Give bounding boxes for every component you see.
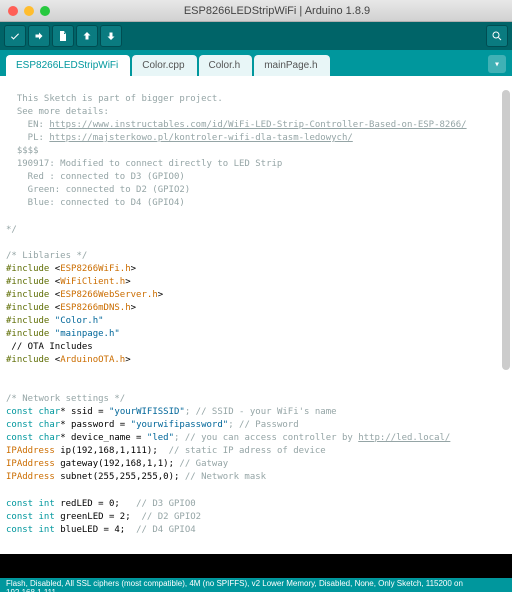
minimize-icon[interactable] xyxy=(24,6,34,16)
titlebar: ESP8266LEDStripWiFi | Arduino 1.8.9 xyxy=(0,0,512,22)
code-line: // OTA Includes xyxy=(6,342,93,352)
upload-button[interactable] xyxy=(28,25,50,47)
code-line: See more details: xyxy=(6,107,109,117)
code-lib: "mainpage.h" xyxy=(55,329,120,339)
code-lib: ArduinoOTA.h xyxy=(60,355,125,365)
code-line: */ xyxy=(6,225,17,235)
code-line: This Sketch is part of bigger project. xyxy=(6,94,223,104)
tab-main[interactable]: ESP8266LEDStripWiFi xyxy=(6,55,130,76)
code-keyword: #include xyxy=(6,355,49,365)
code-lib: ESP8266mDNS.h xyxy=(60,303,130,313)
status-text: Flash, Disabled, All SSL ciphers (most c… xyxy=(6,579,506,591)
code-keyword: #include xyxy=(6,303,49,313)
code-line: PL: xyxy=(6,133,49,143)
maximize-icon[interactable] xyxy=(40,6,50,16)
verify-button[interactable] xyxy=(4,25,26,47)
tab-color-cpp[interactable]: Color.cpp xyxy=(132,55,196,76)
code-lib: ESP8266WebServer.h xyxy=(60,290,158,300)
tab-color-h[interactable]: Color.h xyxy=(199,55,253,76)
save-button[interactable] xyxy=(100,25,122,47)
code-line: Red : connected to D3 (GPIO0) xyxy=(6,172,185,182)
code-lib: WiFiClient.h xyxy=(60,277,125,287)
code-line: /* Network settings */ xyxy=(6,394,125,404)
tab-bar: ESP8266LEDStripWiFi Color.cpp Color.h ma… xyxy=(0,50,512,76)
window-title: ESP8266LEDStripWiFi | Arduino 1.8.9 xyxy=(50,5,504,17)
code-keyword: #include xyxy=(6,329,49,339)
code-link: https://www.instructables.com/id/WiFi-LE… xyxy=(49,120,466,130)
tab-menu-button[interactable]: ▾ xyxy=(488,55,506,73)
code-line: Blue: connected to D4 (GPIO4) xyxy=(6,198,185,208)
code-link: https://majsterkowo.pl/kontroler-wifi-dl… xyxy=(49,133,352,143)
code-keyword: #include xyxy=(6,316,49,326)
close-icon[interactable] xyxy=(8,6,18,16)
serial-monitor-button[interactable] xyxy=(486,25,508,47)
toolbar xyxy=(0,22,512,50)
traffic-lights xyxy=(8,6,50,16)
code-keyword: #include xyxy=(6,290,49,300)
code-line: /* Liblaries */ xyxy=(6,251,87,261)
code-keyword: #include xyxy=(6,264,49,274)
console-output[interactable] xyxy=(0,554,512,578)
code-line: $$$$ xyxy=(6,146,39,156)
code-lib: ESP8266WiFi.h xyxy=(60,264,130,274)
status-bar: Flash, Disabled, All SSL ciphers (most c… xyxy=(0,578,512,592)
new-button[interactable] xyxy=(52,25,74,47)
tab-mainpage-h[interactable]: mainPage.h xyxy=(254,55,329,76)
code-line: EN: xyxy=(6,120,49,130)
code-line: Green: connected to D2 (GPIO2) xyxy=(6,185,190,195)
open-button[interactable] xyxy=(76,25,98,47)
code-line: 190917: Modified to connect directly to … xyxy=(6,159,282,169)
code-keyword: #include xyxy=(6,277,49,287)
code-lib: "Color.h" xyxy=(55,316,104,326)
code-editor[interactable]: This Sketch is part of bigger project. S… xyxy=(0,76,512,554)
scrollbar[interactable] xyxy=(502,90,510,370)
